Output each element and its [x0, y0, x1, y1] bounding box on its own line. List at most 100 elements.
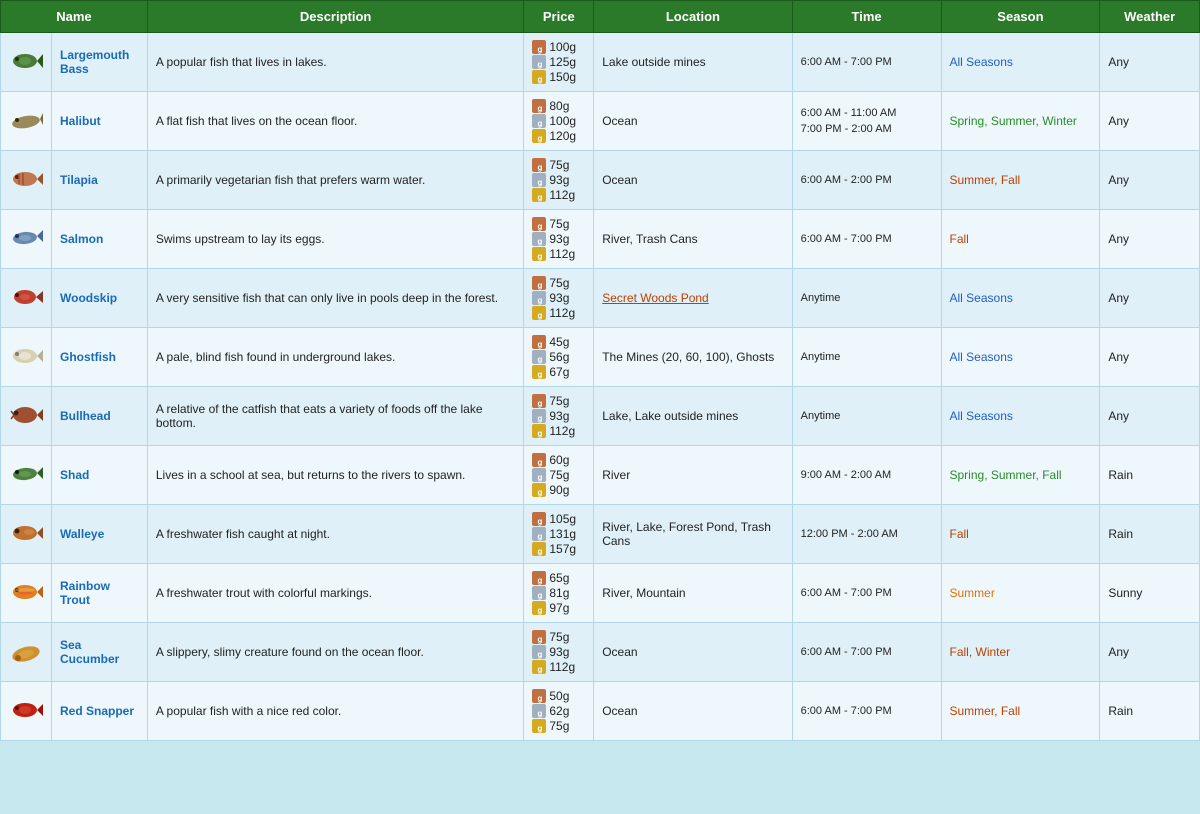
fish-price-ghostfish: g45gg56gg67g: [524, 328, 594, 387]
fish-location-halibut: Ocean: [594, 92, 792, 151]
header-location: Location: [594, 1, 792, 33]
fish-season-largemouth-bass: All Seasons: [941, 33, 1100, 92]
svg-text:g: g: [538, 340, 543, 349]
fish-name-red-snapper[interactable]: Red Snapper: [52, 682, 148, 741]
svg-text:g: g: [538, 104, 543, 113]
fish-desc-bullhead: A relative of the catfish that eats a va…: [147, 387, 523, 446]
fish-season-halibut: Spring, Summer, Winter: [941, 92, 1100, 151]
fish-icon-red-snapper: [1, 682, 52, 741]
svg-text:g: g: [538, 355, 543, 364]
table-row: SalmonSwims upstream to lay its eggs.g75…: [1, 210, 1200, 269]
fish-price-rainbow-trout: g65gg81gg97g: [524, 564, 594, 623]
fish-location-red-snapper: Ocean: [594, 682, 792, 741]
fish-time-salmon: 6:00 AM - 7:00 PM: [792, 210, 941, 269]
fish-table-container: Name Description Price Location Time Sea…: [0, 0, 1200, 741]
table-row: Rainbow TroutA freshwater trout with col…: [1, 564, 1200, 623]
fish-season-ghostfish: All Seasons: [941, 328, 1100, 387]
svg-text:g: g: [538, 178, 543, 187]
fish-location-walleye: River, Lake, Forest Pond, Trash Cans: [594, 505, 792, 564]
fish-name-ghostfish[interactable]: Ghostfish: [52, 328, 148, 387]
header-time: Time: [792, 1, 941, 33]
fish-price-shad: g60gg75gg90g: [524, 446, 594, 505]
fish-name-walleye[interactable]: Walleye: [52, 505, 148, 564]
fish-time-tilapia: 6:00 AM - 2:00 PM: [792, 151, 941, 210]
svg-text:g: g: [538, 134, 543, 143]
table-row: HalibutA flat fish that lives on the oce…: [1, 92, 1200, 151]
svg-text:g: g: [538, 547, 543, 556]
fish-icon-rainbow-trout: [1, 564, 52, 623]
svg-text:g: g: [538, 650, 543, 659]
fish-time-red-snapper: 6:00 AM - 7:00 PM: [792, 682, 941, 741]
fish-weather-bullhead: Any: [1100, 387, 1200, 446]
fish-location-bullhead: Lake, Lake outside mines: [594, 387, 792, 446]
header-price: Price: [524, 1, 594, 33]
fish-location-woodskip[interactable]: Secret Woods Pond: [594, 269, 792, 328]
fish-time-walleye: 12:00 PM - 2:00 AM: [792, 505, 941, 564]
svg-text:g: g: [538, 665, 543, 674]
table-row: TilapiaA primarily vegetarian fish that …: [1, 151, 1200, 210]
fish-name-shad[interactable]: Shad: [52, 446, 148, 505]
fish-desc-woodskip: A very sensitive fish that can only live…: [147, 269, 523, 328]
fish-time-woodskip: Anytime: [792, 269, 941, 328]
fish-time-shad: 9:00 AM - 2:00 AM: [792, 446, 941, 505]
fish-desc-walleye: A freshwater fish caught at night.: [147, 505, 523, 564]
fish-time-ghostfish: Anytime: [792, 328, 941, 387]
fish-name-rainbow-trout[interactable]: Rainbow Trout: [52, 564, 148, 623]
fish-weather-walleye: Rain: [1100, 505, 1200, 564]
fish-location-largemouth-bass: Lake outside mines: [594, 33, 792, 92]
fish-price-sea-cucumber: g75gg93gg112g: [524, 623, 594, 682]
fish-weather-ghostfish: Any: [1100, 328, 1200, 387]
svg-text:g: g: [538, 281, 543, 290]
fish-icon-shad: [1, 446, 52, 505]
fish-icon-halibut: [1, 92, 52, 151]
fish-price-bullhead: g75gg93gg112g: [524, 387, 594, 446]
fish-desc-ghostfish: A pale, blind fish found in underground …: [147, 328, 523, 387]
table-header-row: Name Description Price Location Time Sea…: [1, 1, 1200, 33]
header-name: Name: [1, 1, 148, 33]
fish-season-shad: Spring, Summer, Fall: [941, 446, 1100, 505]
fish-icon-bullhead: [1, 387, 52, 446]
svg-text:g: g: [538, 724, 543, 733]
fish-desc-red-snapper: A popular fish with a nice red color.: [147, 682, 523, 741]
fish-location-tilapia: Ocean: [594, 151, 792, 210]
header-season: Season: [941, 1, 1100, 33]
svg-text:g: g: [538, 222, 543, 231]
fish-price-red-snapper: g50gg62gg75g: [524, 682, 594, 741]
table-row: ShadLives in a school at sea, but return…: [1, 446, 1200, 505]
fish-location-rainbow-trout: River, Mountain: [594, 564, 792, 623]
svg-text:g: g: [538, 237, 543, 246]
svg-text:g: g: [538, 296, 543, 305]
svg-text:g: g: [538, 635, 543, 644]
fish-name-salmon[interactable]: Salmon: [52, 210, 148, 269]
fish-time-halibut: 6:00 AM - 11:00 AM7:00 PM - 2:00 AM: [792, 92, 941, 151]
svg-text:g: g: [538, 311, 543, 320]
fish-desc-tilapia: A primarily vegetarian fish that prefers…: [147, 151, 523, 210]
fish-desc-halibut: A flat fish that lives on the ocean floo…: [147, 92, 523, 151]
fish-icon-tilapia: [1, 151, 52, 210]
fish-time-bullhead: Anytime: [792, 387, 941, 446]
svg-text:g: g: [538, 45, 543, 54]
fish-name-sea-cucumber[interactable]: Sea Cucumber: [52, 623, 148, 682]
fish-name-largemouth-bass[interactable]: Largemouth Bass: [52, 33, 148, 92]
fish-season-bullhead: All Seasons: [941, 387, 1100, 446]
fish-weather-shad: Rain: [1100, 446, 1200, 505]
fish-name-woodskip[interactable]: Woodskip: [52, 269, 148, 328]
table-row: WoodskipA very sensitive fish that can o…: [1, 269, 1200, 328]
fish-name-halibut[interactable]: Halibut: [52, 92, 148, 151]
fish-table: Name Description Price Location Time Sea…: [0, 0, 1200, 741]
fish-season-walleye: Fall: [941, 505, 1100, 564]
svg-text:g: g: [538, 193, 543, 202]
fish-icon-woodskip: [1, 269, 52, 328]
svg-text:g: g: [538, 576, 543, 585]
svg-text:g: g: [538, 414, 543, 423]
fish-name-bullhead[interactable]: Bullhead: [52, 387, 148, 446]
svg-text:g: g: [538, 429, 543, 438]
table-row: Largemouth BassA popular fish that lives…: [1, 33, 1200, 92]
fish-desc-salmon: Swims upstream to lay its eggs.: [147, 210, 523, 269]
fish-weather-halibut: Any: [1100, 92, 1200, 151]
fish-icon-ghostfish: [1, 328, 52, 387]
fish-location-salmon: River, Trash Cans: [594, 210, 792, 269]
fish-time-rainbow-trout: 6:00 AM - 7:00 PM: [792, 564, 941, 623]
svg-text:g: g: [538, 532, 543, 541]
fish-name-tilapia[interactable]: Tilapia: [52, 151, 148, 210]
